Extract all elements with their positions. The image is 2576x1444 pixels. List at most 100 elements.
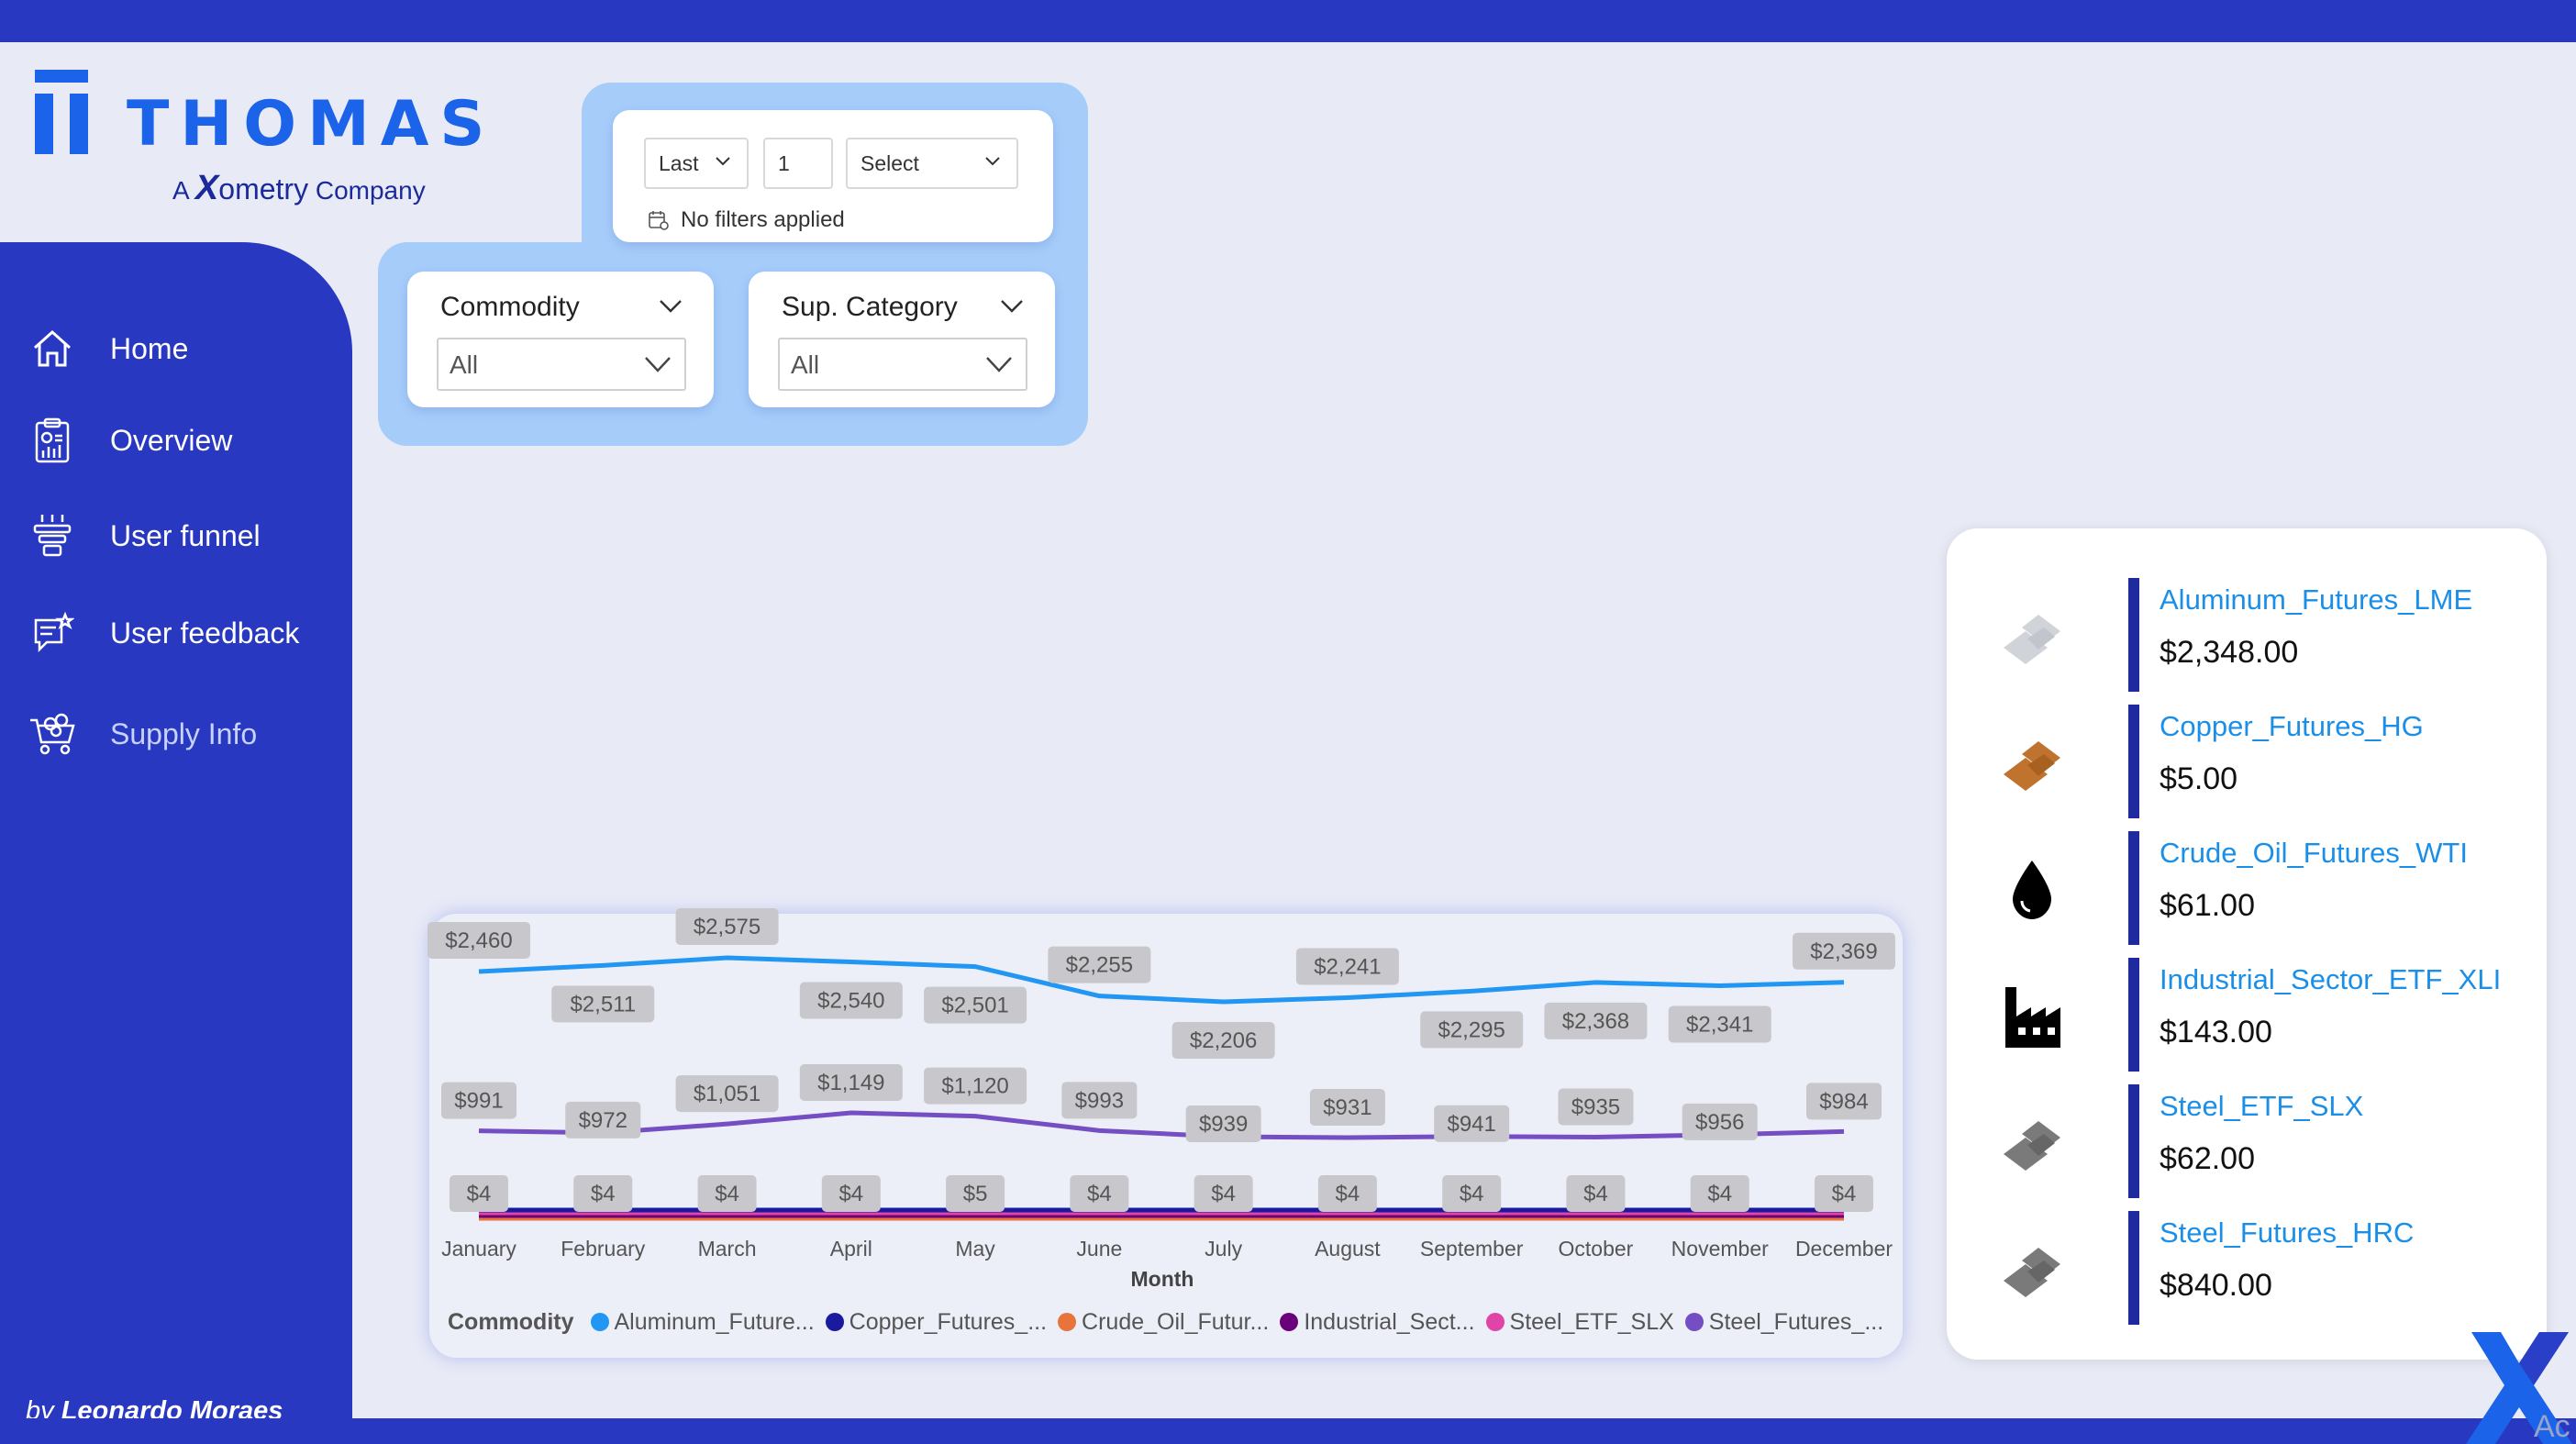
data-label-text: $1,149 <box>817 1071 884 1095</box>
commodity-name: Industrial_Sector_ETF_XLI <box>2160 963 2502 995</box>
legend-item-copper[interactable]: Copper_Futures_... <box>825 1308 1048 1336</box>
data-label-text: $4 <box>1087 1182 1112 1206</box>
data-label-text: $4 <box>1211 1182 1236 1206</box>
copper-data-label: $4 <box>1317 1175 1377 1212</box>
legend-dot <box>1684 1313 1704 1331</box>
oil-drop-icon <box>2013 861 2051 919</box>
commodity-price: $5.00 <box>2160 761 2238 796</box>
steel-futures-series-line <box>478 1110 1845 1140</box>
aluminum-data-label: $2,368 <box>1544 1002 1648 1039</box>
commodity-name: Crude_Oil_Futures_WTI <box>2160 837 2468 869</box>
data-label-text: $939 <box>1199 1112 1248 1137</box>
commodity-price: $62.00 <box>2160 1141 2255 1176</box>
steel-futures-data-label: $972 <box>565 1101 641 1139</box>
data-label-text: $984 <box>1819 1089 1868 1114</box>
aluminum-data-label: $2,575 <box>675 908 779 945</box>
commodity-name: Steel_ETF_SLX <box>2160 1090 2364 1122</box>
data-label-text: $2,368 <box>1562 1009 1629 1034</box>
watermark-text: Ac <box>2534 1409 2570 1444</box>
steel-futures-data-label: $1,120 <box>924 1067 1027 1105</box>
steel-futures-data-label: $931 <box>1309 1089 1385 1126</box>
aluminum-data-label: $2,501 <box>924 986 1027 1024</box>
aluminum-data-label: $2,295 <box>1420 1011 1524 1049</box>
legend-dot <box>1485 1313 1505 1331</box>
aluminum-data-label: $2,206 <box>1171 1022 1275 1059</box>
data-label-text: $2,575 <box>694 915 761 939</box>
price-accent-bar <box>2128 1211 2139 1325</box>
ingot-icon <box>2004 1121 2060 1171</box>
legend-item-aluminum[interactable]: Aluminum_Future... <box>590 1309 815 1336</box>
copper-data-label: $4 <box>697 1175 757 1212</box>
data-label-text: $1,120 <box>941 1074 1008 1099</box>
commodity-name: Steel_Futures_HRC <box>2160 1216 2415 1249</box>
copper-data-label: $4 <box>1442 1175 1502 1212</box>
aluminum-data-label: $2,255 <box>1048 946 1151 983</box>
data-label-text: $1,051 <box>694 1082 761 1106</box>
copper-data-label: $4 <box>1070 1175 1129 1212</box>
steel-futures-data-label: $956 <box>1682 1103 1758 1140</box>
legend-label: Copper_Futures_... <box>849 1308 1048 1335</box>
x-tick-label: March <box>698 1237 757 1261</box>
legend-item-crude-oil[interactable]: Crude_Oil_Futur... <box>1058 1309 1269 1336</box>
legend-dot <box>590 1313 609 1331</box>
x-tick-label: January <box>441 1237 516 1261</box>
steel-futures-data-label: $1,149 <box>799 1064 903 1101</box>
data-label-text: $4 <box>1707 1182 1732 1206</box>
legend-label: Steel_ETF_SLX <box>1509 1308 1674 1335</box>
legend-title: Commodity <box>448 1308 574 1335</box>
aluminum-data-label: $2,241 <box>1295 948 1399 985</box>
steel-futures-data-label: $1,051 <box>675 1075 779 1113</box>
data-label-text: $4 <box>715 1182 739 1206</box>
price-accent-bar <box>2128 958 2139 1072</box>
x-tick-label: February <box>561 1237 646 1261</box>
legend-item-industrial[interactable]: Industrial_Sect... <box>1280 1309 1475 1336</box>
legend-dot <box>1280 1313 1299 1331</box>
ingot-icon <box>2004 741 2060 791</box>
price-accent-bar <box>2128 578 2139 692</box>
price-row-copper: Copper_Futures_HG $5.00 <box>1982 705 2532 818</box>
steel-futures-data-label: $939 <box>1185 1105 1261 1143</box>
x-tick-label: April <box>830 1237 872 1261</box>
aluminum-series-line <box>478 955 1845 1005</box>
legend-dot <box>1058 1313 1077 1331</box>
steel-futures-data-label: $993 <box>1061 1082 1138 1119</box>
price-accent-bar <box>2128 705 2139 818</box>
data-label-text: $972 <box>579 1108 627 1133</box>
x-tick-label: October <box>1559 1237 1634 1261</box>
data-label-text: $2,460 <box>445 928 512 953</box>
x-tick-label: December <box>1795 1237 1893 1261</box>
steel-futures-data-label: $991 <box>441 1082 516 1119</box>
data-label-text: $2,540 <box>817 989 884 1014</box>
data-label-text: $941 <box>1447 1112 1495 1137</box>
data-label-text: $2,206 <box>1190 1028 1257 1053</box>
bottom-bar <box>0 1418 2576 1444</box>
data-label-text: $991 <box>454 1089 503 1114</box>
steel-futures-data-label: $935 <box>1558 1088 1634 1126</box>
copper-data-label: $4 <box>1815 1175 1873 1212</box>
ingot-icon <box>2004 1248 2060 1297</box>
aluminum-data-label: $2,460 <box>427 921 530 959</box>
legend-item-steel-futures[interactable]: Steel_Futures_... <box>1684 1309 1883 1336</box>
x-tick-label: November <box>1671 1237 1769 1261</box>
price-row-crude-oil: Crude_Oil_Futures_WTI $61.00 <box>1982 831 2532 945</box>
commodity-price: $2,348.00 <box>2160 635 2299 670</box>
price-accent-bar <box>2128 831 2139 945</box>
aluminum-data-label: $2,540 <box>799 982 903 1019</box>
copper-data-label: $4 <box>450 1175 508 1212</box>
data-label-text: $931 <box>1323 1095 1371 1120</box>
data-label-text: $4 <box>1832 1182 1857 1206</box>
data-label-text: $4 <box>1336 1182 1360 1206</box>
copper-data-label: $4 <box>1566 1175 1626 1212</box>
price-row-aluminum: Aluminum_Futures_LME $2,348.00 <box>1982 578 2532 692</box>
commodity-price: $143.00 <box>2160 1015 2272 1050</box>
data-label-text: $4 <box>467 1182 492 1206</box>
data-label-text: $2,295 <box>1438 1017 1505 1042</box>
aluminum-data-label: $2,341 <box>1668 1005 1771 1043</box>
factory-icon <box>2005 987 2060 1048</box>
data-label-text: $993 <box>1075 1088 1124 1113</box>
legend-item-steel-etf[interactable]: Steel_ETF_SLX <box>1485 1308 1674 1336</box>
ingot-icon <box>2004 615 2060 664</box>
commodity-price: $61.00 <box>2160 888 2255 923</box>
price-row-steel-futures: Steel_Futures_HRC $840.00 <box>1982 1211 2532 1325</box>
x-tick-label: June <box>1076 1237 1122 1261</box>
